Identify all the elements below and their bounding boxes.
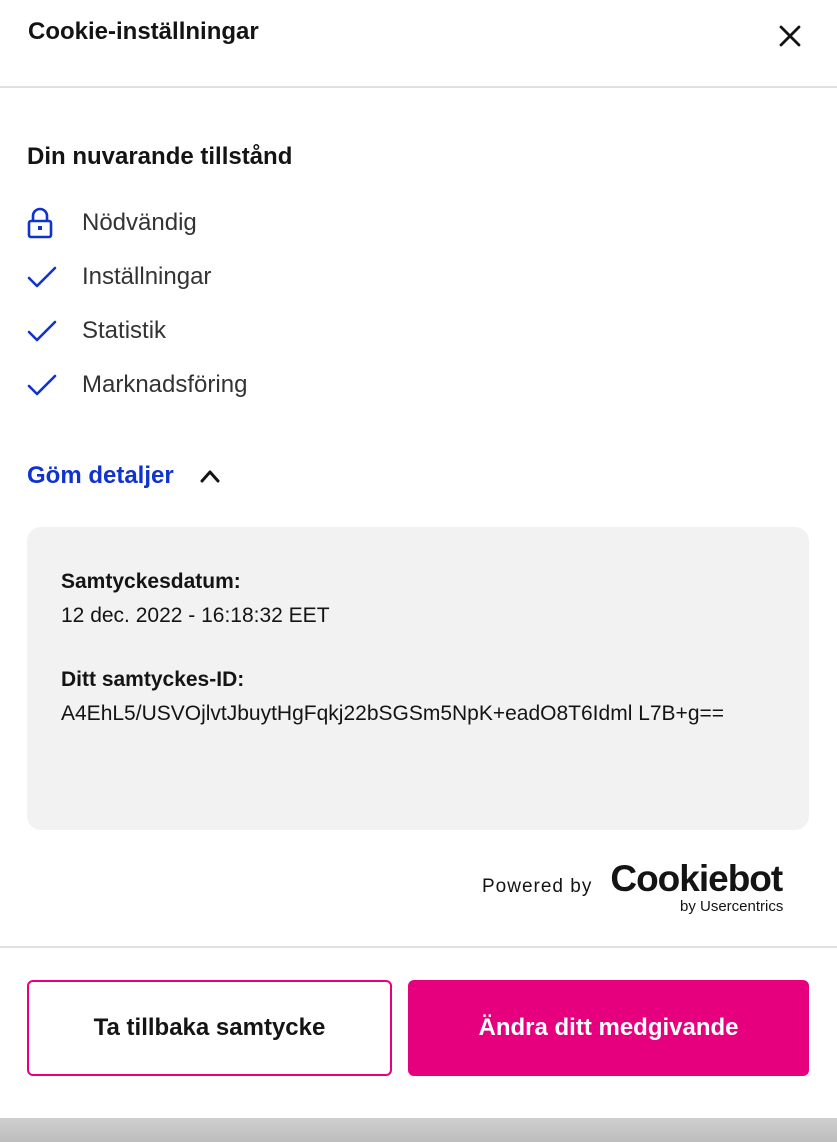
cookiebot-brand: Cookiebot xyxy=(610,858,783,899)
powered-by-cookiebot[interactable]: Powered by Cookiebot by Usercentrics xyxy=(482,858,790,918)
consent-id-value: A4EhL5/USVOjlvtJbuytHgFqkj22bSGSm5NpK+ea… xyxy=(61,702,725,725)
state-item-preferences: Inställningar xyxy=(27,250,247,304)
state-item-statistics: Statistik xyxy=(27,304,247,358)
close-button[interactable] xyxy=(770,16,810,56)
chevron-up-icon xyxy=(200,465,222,487)
check-icon xyxy=(27,367,63,403)
check-icon xyxy=(27,259,63,295)
cookiebot-brand-sub: by Usercentrics xyxy=(679,898,784,915)
check-icon xyxy=(27,313,63,349)
consent-id-label: Ditt samtyckes-ID: xyxy=(61,668,245,691)
dialog-title: Cookie-inställningar xyxy=(28,18,259,45)
current-state-title: Din nuvarande tillstånd xyxy=(27,143,293,170)
close-icon xyxy=(779,25,801,47)
lock-icon xyxy=(27,205,63,241)
state-item-marketing: Marknadsföring xyxy=(27,358,247,412)
state-item-necessary: Nödvändig xyxy=(27,196,247,250)
consent-details-box: Samtyckesdatum: 12 dec. 2022 - 16:18:32 … xyxy=(27,527,809,830)
powered-by-text: Powered by xyxy=(482,876,593,897)
withdraw-consent-button[interactable]: Ta tillbaka samtycke xyxy=(27,980,392,1076)
consent-state-list: Nödvändig Inställningar Statistik Markna… xyxy=(27,196,247,412)
state-item-label: Statistik xyxy=(82,317,167,344)
page-backdrop-edge xyxy=(0,1118,837,1142)
hide-details-toggle[interactable]: Göm detaljer xyxy=(27,462,222,490)
consent-date-value: 12 dec. 2022 - 16:18:32 EET xyxy=(61,604,330,627)
consent-date-label: Samtyckesdatum: xyxy=(61,570,241,593)
dialog-header: Cookie-inställningar xyxy=(0,0,837,88)
state-item-label: Inställningar xyxy=(82,263,212,290)
hide-details-label: Göm detaljer xyxy=(27,462,174,489)
cookiebot-logo: Cookiebot by Usercentrics xyxy=(610,858,790,918)
change-consent-button[interactable]: Ändra ditt medgivande xyxy=(408,980,809,1076)
state-item-label: Marknadsföring xyxy=(82,371,248,398)
footer-divider xyxy=(0,946,837,948)
state-item-label: Nödvändig xyxy=(82,209,197,236)
